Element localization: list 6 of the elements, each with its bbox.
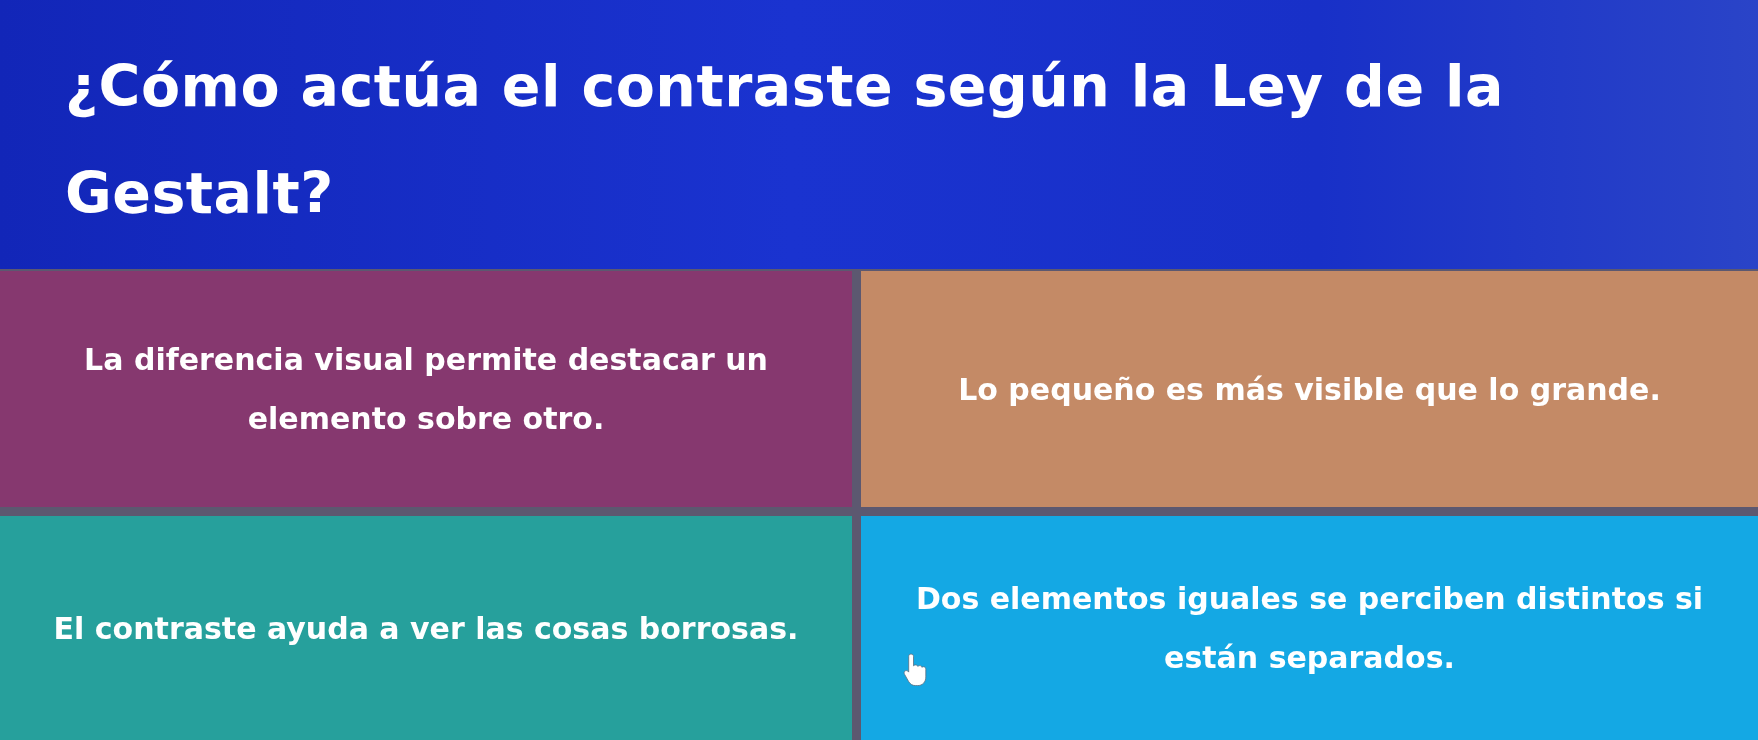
answer-button[interactable]: Dos elementos iguales se perciben distintos si están separados. [861, 516, 1758, 740]
question-title: ¿Cómo actúa el contraste según la Ley de la Gestalt? [65, 52, 1505, 228]
answer-button[interactable]: El contraste ayuda a ver las cosas borrosas. [0, 516, 852, 740]
answer-button[interactable]: Lo pequeño es más visible que lo grande. [861, 271, 1758, 507]
hand-pointer-icon [903, 652, 928, 686]
answer-button[interactable]: La diferencia visual permite destacar un elemento sobre otro. [0, 271, 852, 507]
